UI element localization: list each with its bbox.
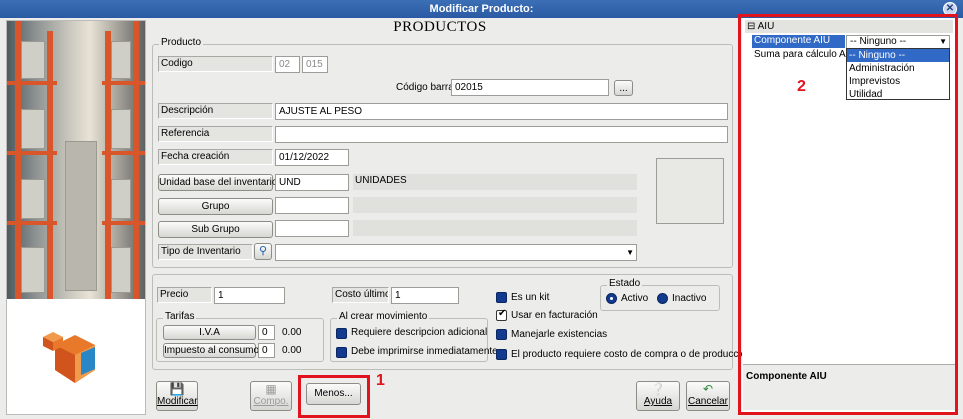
- referencia-field[interactable]: [275, 126, 728, 143]
- debe-imprimirse-label: Debe imprimirse inmediatamente: [351, 346, 498, 357]
- activo-label: Activo: [621, 293, 649, 304]
- window-title: Modificar Producto:: [429, 3, 534, 15]
- impuesto-consumo-button[interactable]: Impuesto al consumo: [163, 343, 259, 358]
- product-image-box[interactable]: [656, 158, 724, 224]
- codigo-field[interactable]: 015: [302, 56, 328, 73]
- search-icon[interactable]: ⚲: [254, 243, 272, 260]
- modificar-button[interactable]: 💾 Modificar: [156, 381, 198, 411]
- unidad-base-button[interactable]: Unidad base del inventario: [158, 174, 277, 191]
- consumo-value: 0.00: [282, 345, 302, 356]
- es-kit-checkbox[interactable]: [496, 292, 507, 303]
- annotation-box-1: [298, 375, 370, 418]
- subgrupo-button[interactable]: Sub Grupo: [158, 221, 273, 238]
- precio-field[interactable]: 1: [214, 287, 285, 304]
- company-logo: [43, 332, 95, 383]
- manejar-existencias-label: Manejarle existencias: [511, 329, 608, 340]
- help-icon: ❔: [650, 382, 666, 396]
- codigo-label: Codigo: [158, 56, 273, 72]
- tipo-inventario-select[interactable]: ▼: [275, 244, 637, 261]
- ayuda-label: Ayuda: [643, 396, 673, 407]
- requiere-descripcion-checkbox[interactable]: [336, 328, 347, 339]
- fecha-creacion-field[interactable]: 01/12/2022: [275, 149, 349, 166]
- es-kit-label: Es un kit: [511, 292, 550, 303]
- consumo-code-field[interactable]: 0: [258, 343, 275, 358]
- subgrupo-name: [353, 220, 637, 236]
- inactivo-label: Inactivo: [672, 293, 707, 304]
- cancelar-label: Cancelar: [687, 396, 729, 407]
- referencia-label: Referencia: [158, 126, 273, 142]
- requiere-costo-checkbox[interactable]: [496, 349, 507, 360]
- subgrupo-field[interactable]: [275, 220, 349, 237]
- grupo-name: [353, 197, 637, 213]
- annotation-marker-1: 1: [376, 372, 385, 389]
- unidad-code-field[interactable]: UND: [275, 174, 349, 191]
- debe-imprimirse-checkbox[interactable]: [336, 347, 347, 358]
- iva-button[interactable]: I.V.A: [163, 325, 256, 340]
- chevron-down-icon: ▼: [626, 248, 634, 257]
- tarifas-legend: Tarifas: [163, 311, 197, 322]
- activo-radio[interactable]: [606, 293, 617, 304]
- manejar-existencias-checkbox[interactable]: [496, 329, 507, 340]
- requiere-costo-label: El producto requiere costo de compra o d…: [511, 349, 752, 360]
- producto-legend: Producto: [159, 37, 204, 48]
- iva-value: 0.00: [282, 327, 302, 338]
- unidad-name: UNIDADES: [353, 174, 637, 190]
- undo-icon: ↶: [702, 382, 714, 396]
- annotation-marker-2: 2: [797, 78, 806, 95]
- grupo-field[interactable]: [275, 197, 349, 214]
- iva-code-field[interactable]: 0: [258, 325, 275, 340]
- costo-ultimo-field[interactable]: 1: [391, 287, 459, 304]
- save-icon: 💾: [169, 382, 185, 396]
- codigo-barras-browse-button[interactable]: ...: [614, 80, 633, 96]
- inactivo-radio[interactable]: [657, 293, 668, 304]
- requiere-descripcion-label: Requiere descripcion adicional: [351, 327, 488, 338]
- cancelar-button[interactable]: ↶ Cancelar: [686, 381, 730, 411]
- grupo-button[interactable]: Grupo: [158, 198, 273, 215]
- movimiento-legend: Al crear movimiento: [337, 311, 430, 322]
- costo-ultimo-label: Costo último: [332, 287, 389, 303]
- ayuda-button[interactable]: ❔ Ayuda: [636, 381, 680, 411]
- descripcion-label: Descripción: [158, 103, 273, 119]
- precio-label: Precio: [157, 287, 212, 303]
- tipo-inventario-label: Tipo de Inventario: [158, 244, 253, 260]
- warehouse-photo: [7, 21, 145, 299]
- estado-legend: Estado: [607, 278, 643, 289]
- codigo-prefix-field: 02: [275, 56, 300, 73]
- descripcion-field[interactable]: AJUSTE AL PESO: [275, 103, 728, 120]
- usar-facturacion-checkbox[interactable]: [496, 308, 507, 321]
- codigo-barras-field[interactable]: 02015: [451, 79, 609, 96]
- compo-button[interactable]: ▦ Compo.: [250, 381, 292, 411]
- fecha-creacion-label: Fecha creación: [158, 149, 273, 165]
- modificar-label: Modificar: [157, 396, 198, 407]
- annotation-box-2: [738, 14, 958, 415]
- usar-facturacion-label: Usar en facturación: [511, 310, 598, 321]
- form-title: PRODUCTOS: [393, 19, 487, 35]
- components-icon: ▦: [265, 382, 277, 396]
- compo-label: Compo.: [253, 396, 289, 407]
- codigo-barras-label: Código barras: [396, 82, 459, 93]
